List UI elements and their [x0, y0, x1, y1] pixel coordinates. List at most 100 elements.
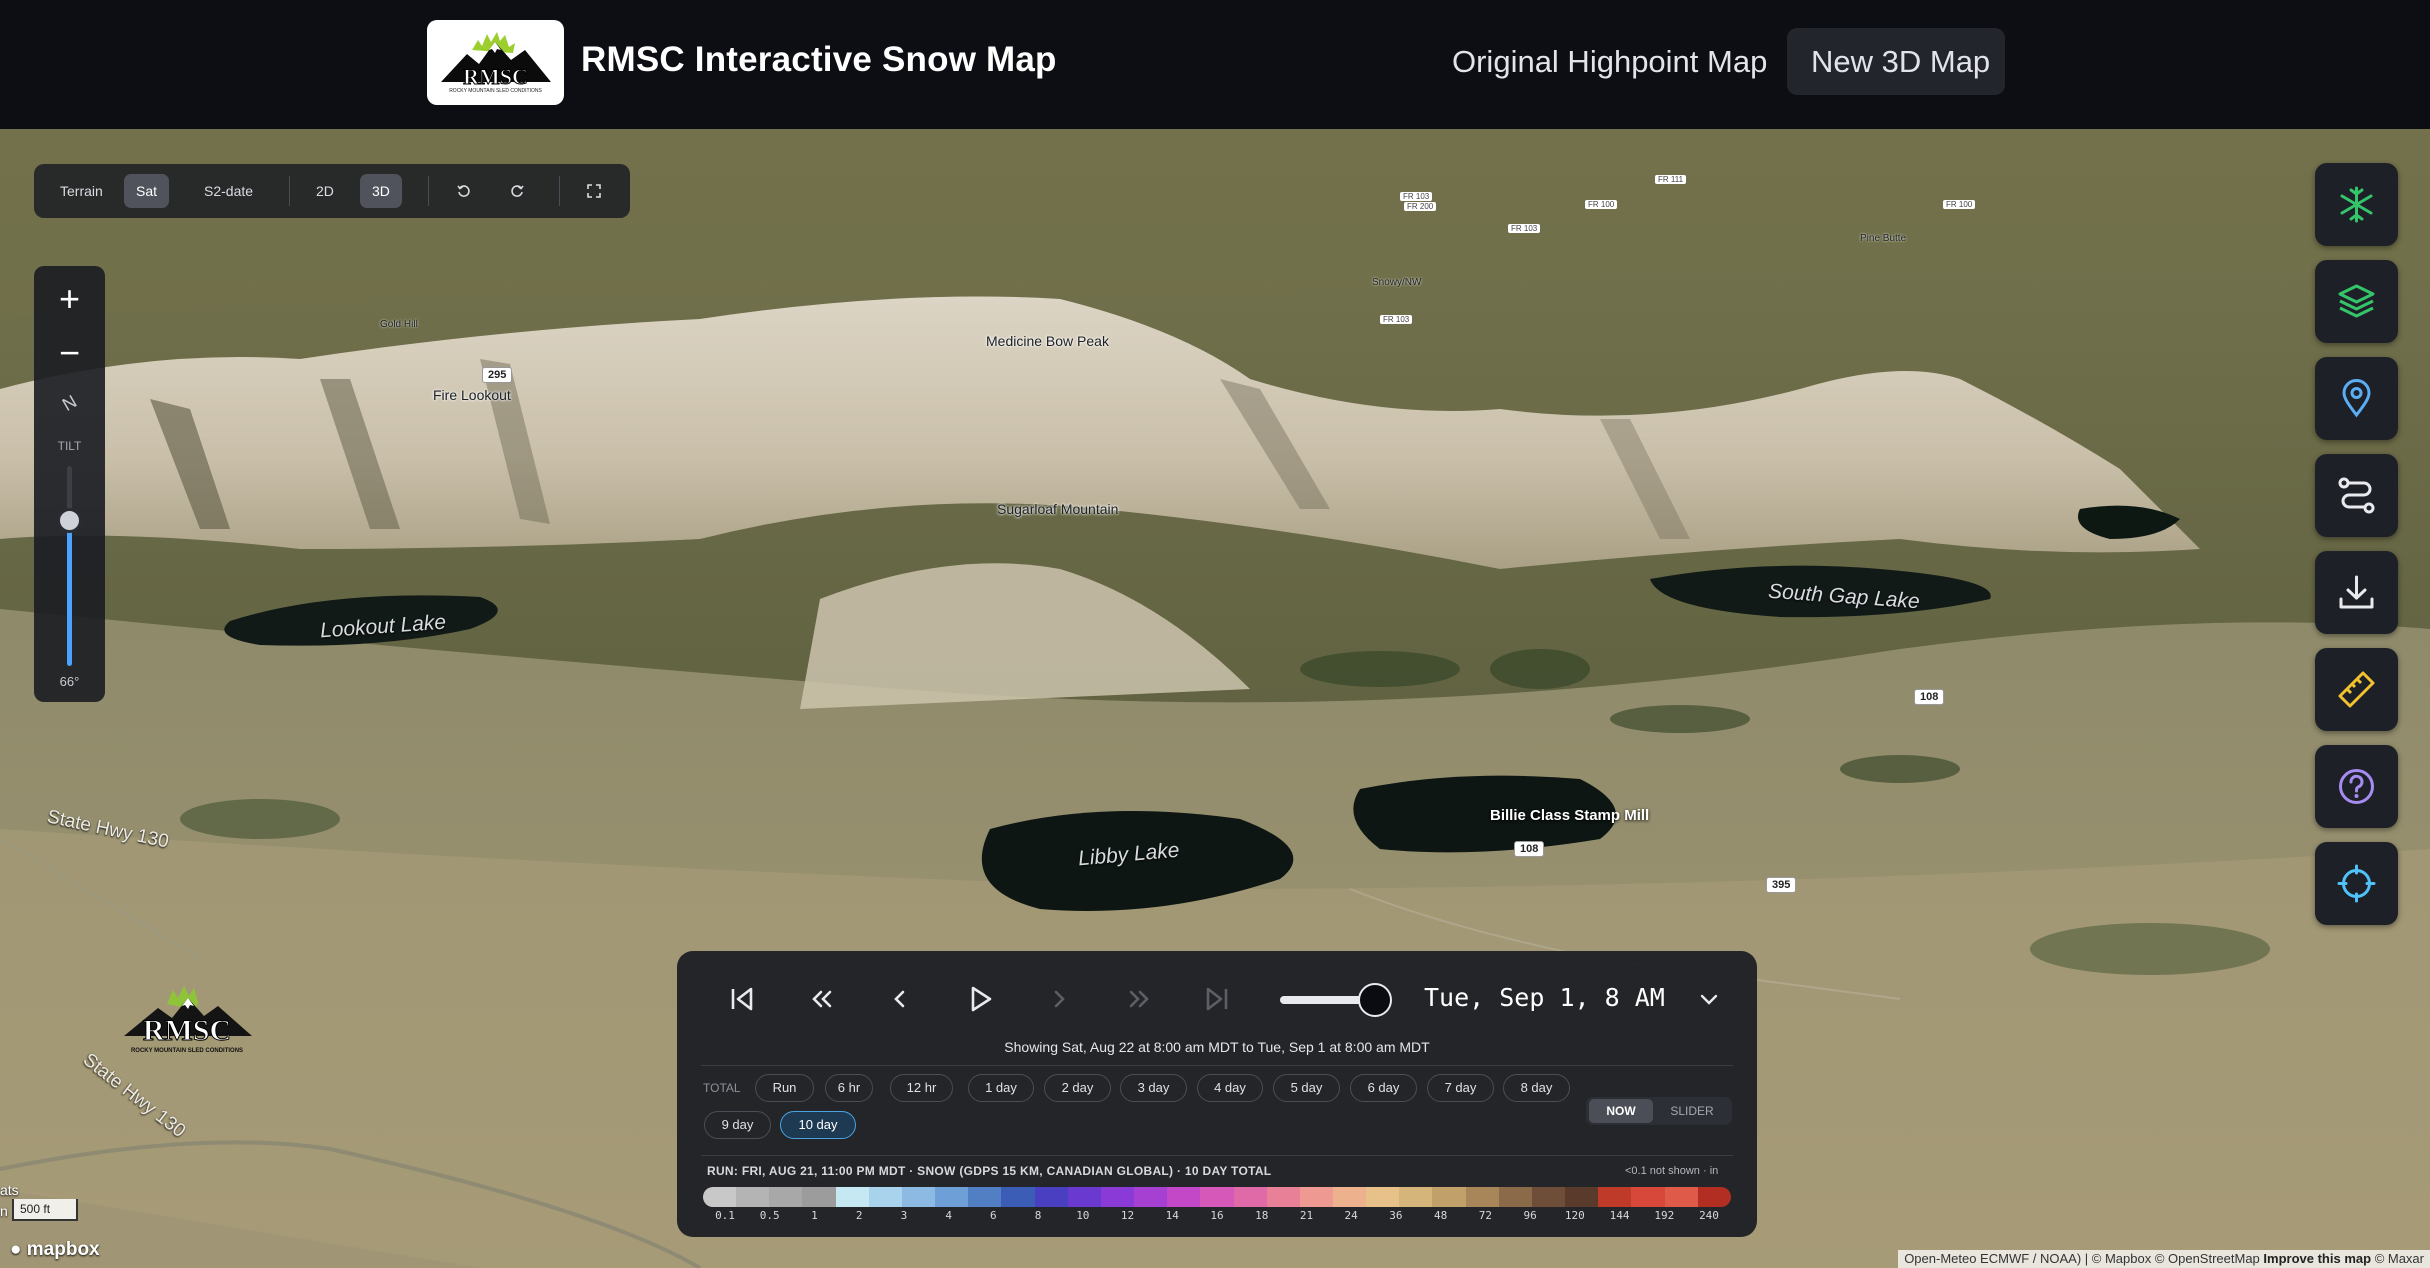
legend-color-swatch [935, 1187, 969, 1207]
step-back-button[interactable] [878, 977, 922, 1021]
legend-color-swatch [1531, 1187, 1566, 1207]
help-icon [2339, 769, 2374, 804]
crosshair-icon [2337, 864, 2376, 903]
tilt-slider-fill [67, 520, 72, 666]
mode-slider-button[interactable]: SLIDER [1656, 1099, 1728, 1123]
download-button[interactable] [2315, 551, 2398, 634]
s2-date-style-button[interactable]: S2-date [192, 174, 265, 208]
legend-tick-label: 72 [1478, 1209, 1492, 1222]
chip-4day[interactable]: 4 day [1197, 1074, 1263, 1102]
chip-1day[interactable]: 1 day [968, 1074, 1034, 1102]
chip-run[interactable]: Run [755, 1074, 814, 1102]
tilt-slider[interactable] [57, 466, 82, 666]
legend-tick-label: 21 [1299, 1209, 1314, 1222]
tilt-slider-thumb[interactable] [57, 508, 82, 533]
logo-subtext: ROCKY MOUNTAIN SLED CONDITIONS [449, 88, 542, 94]
fire-lookout-label: Fire Lookout [433, 387, 511, 403]
route-button[interactable] [2315, 454, 2398, 537]
legend-tick-label: 18 [1255, 1209, 1269, 1222]
layers-button[interactable] [2315, 260, 2398, 343]
snow-layer-button[interactable] [2315, 163, 2398, 246]
locate-me-button[interactable] [2315, 842, 2398, 925]
maxar-credit[interactable]: © Maxar [2375, 1251, 2424, 1266]
chip-7day[interactable]: 7 day [1427, 1074, 1494, 1102]
legend-color-swatch [1465, 1187, 1499, 1207]
chip-9day[interactable]: 9 day [704, 1111, 771, 1139]
legend-tick-label: 10 [1076, 1209, 1090, 1222]
legend-tick-label: 48 [1434, 1209, 1448, 1222]
time-slider-thumb[interactable] [1358, 983, 1392, 1017]
nav-new-3d-map[interactable]: New 3D Map [1787, 28, 2005, 95]
legend-tick-label: 14 [1165, 1209, 1179, 1222]
legend-tick-label: 36 [1389, 1209, 1403, 1222]
attribution-text[interactable]: Open-Meteo ECMWF / NOAA) | © Mapbox © Op… [1904, 1251, 2260, 1266]
chip-5day[interactable]: 5 day [1273, 1074, 1340, 1102]
zoom-in-button[interactable]: + [34, 274, 105, 324]
chip-8day[interactable]: 8 day [1503, 1074, 1570, 1102]
zoom-out-button[interactable]: − [34, 328, 105, 378]
legend-note: <0.1 not shown · in [1625, 1165, 1719, 1177]
toolbar-divider [289, 176, 290, 206]
satellite-style-button[interactable]: Sat [124, 174, 170, 208]
compass-reset-button[interactable]: N [34, 386, 105, 420]
legend-color-swatch [1366, 1187, 1400, 1207]
step-forward-button[interactable] [1037, 977, 1081, 1021]
snow-color-legend [703, 1187, 1731, 1207]
top-navigation-bar: RMSC ROCKY MOUNTAIN SLED CONDITIONS RMSC… [0, 0, 2430, 129]
help-button[interactable] [2315, 745, 2398, 828]
chip-6day[interactable]: 6 day [1350, 1074, 1417, 1102]
rewind-button[interactable] [800, 977, 844, 1021]
mode-now-button[interactable]: NOW [1589, 1099, 1653, 1123]
location-button[interactable] [2315, 357, 2398, 440]
legend-tick-label: 96 [1523, 1209, 1537, 1222]
zoom-tilt-control: + − N TILT 66° [34, 266, 105, 702]
chip-2day[interactable]: 2 day [1044, 1074, 1111, 1102]
rotate-right-icon[interactable] [498, 174, 536, 208]
now-slider-toggle: NOW SLIDER [1586, 1097, 1732, 1125]
nav-original-highpoint-map[interactable]: Original Highpoint Map [1428, 28, 1791, 95]
view-2d-button[interactable]: 2D [304, 174, 346, 208]
measure-button[interactable] [2315, 648, 2398, 731]
rmsc-logo[interactable]: RMSC ROCKY MOUNTAIN SLED CONDITIONS [427, 20, 564, 105]
skip-to-start-button[interactable] [720, 977, 764, 1021]
current-forecast-time: Tue, Sep 1, 8 AM [1424, 983, 1665, 1012]
logo-text: RMSC [463, 64, 529, 90]
fr-road-shield: FR 100 [1943, 200, 1976, 209]
sugarloaf-mountain-label: Sugarloaf Mountain [997, 501, 1119, 517]
legend-color-swatch [1233, 1187, 1267, 1207]
mapbox-logo[interactable]: ● mapbox [10, 1239, 100, 1261]
legend-color-swatch [1200, 1187, 1234, 1207]
rotate-left-icon[interactable] [445, 174, 483, 208]
legend-color-swatch [901, 1187, 936, 1207]
legend-color-swatch [1266, 1187, 1300, 1207]
legend-tick-label: 3 [900, 1209, 908, 1222]
improve-map-link[interactable]: Improve this map [2263, 1251, 2371, 1266]
legend-color-swatch [736, 1187, 770, 1207]
watermark-text: RMSC [142, 1014, 232, 1048]
play-button[interactable] [958, 977, 1002, 1021]
gold-hill-label: Gold Hill [380, 319, 418, 330]
fullscreen-icon[interactable] [575, 174, 613, 208]
legend-color-swatch [1631, 1187, 1665, 1207]
time-dropdown-button[interactable] [1697, 987, 1721, 1016]
skip-to-end-button[interactable] [1195, 977, 1239, 1021]
layers-icon [2338, 284, 2375, 318]
chip-12hr[interactable]: 12 hr [890, 1074, 953, 1102]
map-attribution[interactable]: Open-Meteo ECMWF / NOAA) | © Mapbox © Op… [1898, 1250, 2430, 1268]
snowflake-icon [2340, 186, 2373, 223]
view-3d-button[interactable]: 3D [360, 174, 402, 208]
billie-class-stamp-mill-label: Billie Class Stamp Mill [1490, 807, 1650, 824]
forecast-timeline-panel: Tue, Sep 1, 8 AM Showing Sat, Aug 22 at … [677, 951, 1757, 1237]
double-chevron-left-icon [812, 990, 832, 1008]
scale-bar: 500 ft [12, 1199, 78, 1221]
chip-10day[interactable]: 10 day [780, 1111, 856, 1139]
snowy-nw-label: Snowy/NW [1372, 277, 1422, 288]
chip-6hr[interactable]: 6 hr [825, 1074, 873, 1102]
chevron-right-icon [1054, 990, 1065, 1008]
fast-forward-button[interactable] [1117, 977, 1161, 1021]
terrain-style-button[interactable]: Terrain [48, 174, 115, 208]
watermark-subtext: ROCKY MOUNTAIN SLED CONDITIONS [130, 1048, 244, 1054]
compass-icon: N [58, 391, 81, 415]
chip-3day[interactable]: 3 day [1120, 1074, 1187, 1102]
road-shield-395: 395 [1766, 877, 1797, 893]
